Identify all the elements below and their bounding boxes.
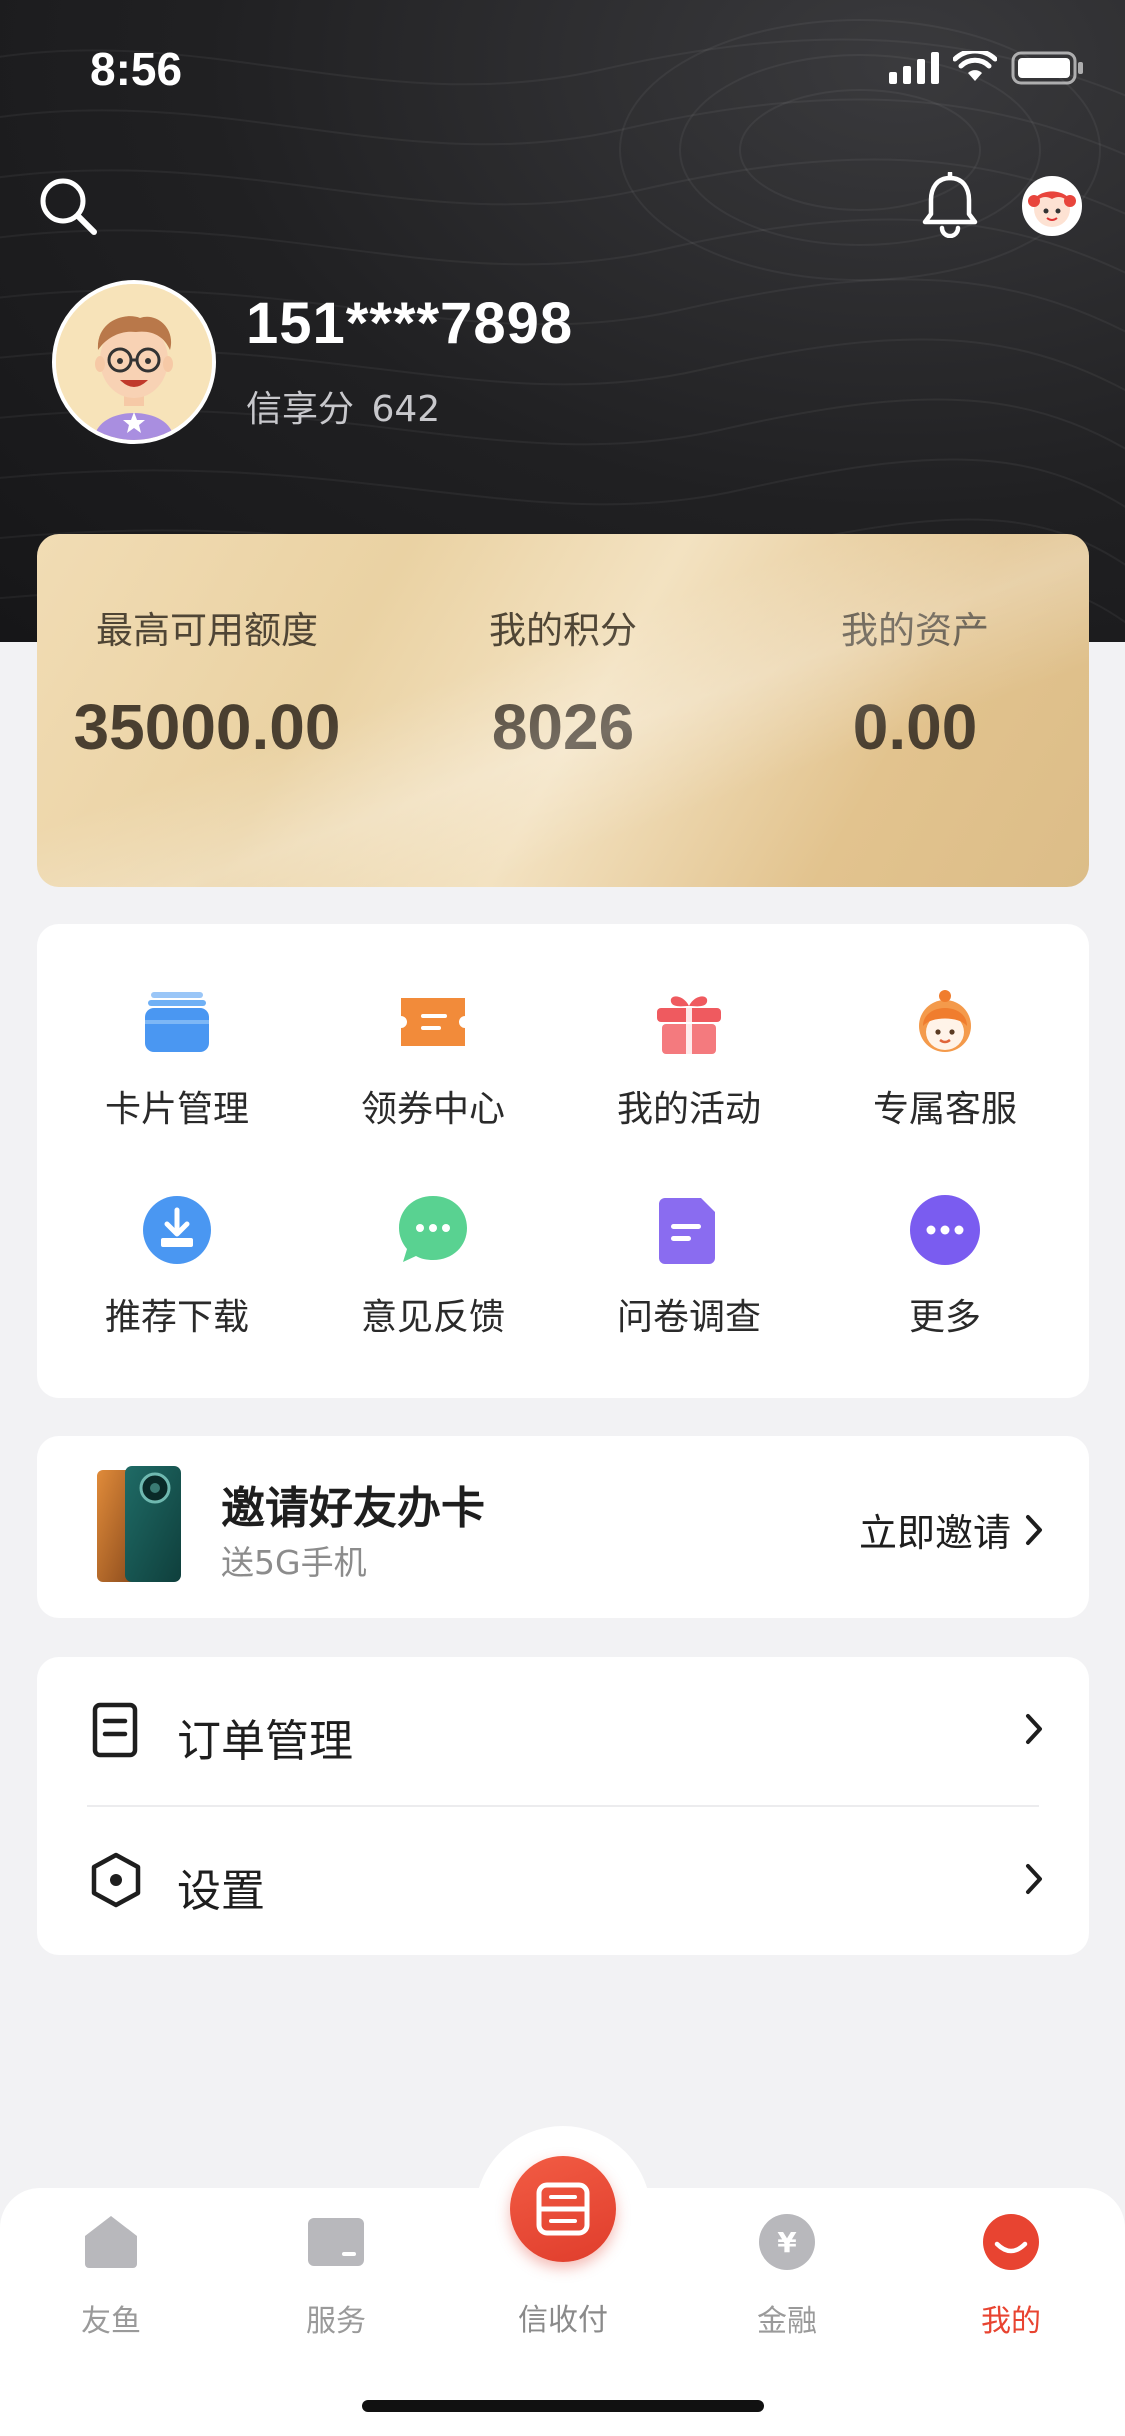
grid-item-customer-service[interactable]: 专属客服 xyxy=(825,986,1065,1132)
tab-mine[interactable]: 我的 xyxy=(936,2212,1086,2340)
grid-item-card-management[interactable]: 卡片管理 xyxy=(57,986,297,1132)
invite-subtitle: 送5G手机 xyxy=(221,1543,367,1582)
smile-profile-icon xyxy=(983,2214,1039,2270)
scan-pay-icon xyxy=(536,2182,590,2236)
feature-grid: 卡片管理 领券中心 我的活动 专属客服 推荐下载 意见反馈 问卷调查 更多 xyxy=(37,924,1089,1398)
yuan-coin-icon: ¥ xyxy=(759,2214,815,2270)
settings-hexagon-icon xyxy=(91,1852,141,1908)
grid-item-recommended-download[interactable]: 推荐下载 xyxy=(57,1194,297,1340)
credit-score-label: 信享分 xyxy=(246,389,355,430)
stat-max-credit[interactable]: 最高可用额度 35000.00 xyxy=(37,600,377,764)
tab-youyu[interactable]: 友鱼 xyxy=(36,2212,186,2340)
tab-label: 友鱼 xyxy=(81,2304,141,2339)
profile-page: 8:56 151****7898 信享分 642 最高可用额度 35000.00… xyxy=(0,0,1125,2436)
download-icon xyxy=(143,1196,211,1264)
home-icon xyxy=(85,2216,137,2268)
menu-item-settings[interactable]: 设置 xyxy=(37,1807,1089,1955)
battery-icon xyxy=(1011,51,1083,85)
stat-label: 我的资产 xyxy=(841,609,989,652)
grid-item-label: 专属客服 xyxy=(872,1089,1017,1130)
chevron-right-icon xyxy=(1026,1514,1042,1545)
order-list-icon xyxy=(92,1702,138,1758)
grid-item-more[interactable]: 更多 xyxy=(825,1194,1065,1340)
grid-item-survey[interactable]: 问卷调查 xyxy=(569,1194,809,1340)
menu-item-label: 设置 xyxy=(177,1866,265,1917)
user-phone-number: 151****7898 xyxy=(246,291,574,356)
grid-item-label: 领券中心 xyxy=(360,1089,505,1130)
stat-label: 最高可用额度 xyxy=(96,609,318,652)
tab-label: 金融 xyxy=(757,2304,817,2339)
gift-icon xyxy=(657,996,721,1054)
grid-item-my-activities[interactable]: 我的活动 xyxy=(569,986,809,1132)
survey-icon xyxy=(659,1198,715,1264)
user-avatar[interactable] xyxy=(52,280,216,444)
stat-label: 我的积分 xyxy=(489,609,637,652)
tab-label-scan-pay: 信收付 xyxy=(518,2303,608,2338)
stat-value: 8026 xyxy=(491,691,635,763)
search-icon[interactable] xyxy=(36,174,100,238)
grid-item-feedback[interactable]: 意见反馈 xyxy=(313,1194,553,1340)
grid-item-label: 问卷调查 xyxy=(616,1297,761,1338)
tab-label: 服务 xyxy=(306,2304,366,2339)
invite-now-label: 立即邀请 xyxy=(858,1511,1011,1555)
stat-assets[interactable]: 我的资产 0.00 xyxy=(745,600,1085,764)
stat-value: 0.00 xyxy=(852,691,978,763)
grid-item-label: 意见反馈 xyxy=(360,1297,505,1338)
scan-pay-button[interactable] xyxy=(510,2156,616,2262)
svg-text:¥: ¥ xyxy=(777,2226,797,2259)
credit-score: 信享分 642 xyxy=(246,380,440,432)
notification-bell-icon[interactable] xyxy=(920,172,980,238)
cellular-signal-icon xyxy=(889,52,939,84)
invite-now-button[interactable]: 立即邀请 xyxy=(859,1502,1043,1557)
account-stats-card: 最高可用额度 35000.00 我的积分 8026 我的资产 0.00 xyxy=(37,534,1089,887)
status-icons xyxy=(889,50,1085,86)
grid-item-label: 我的活动 xyxy=(616,1089,761,1130)
wifi-icon xyxy=(953,51,997,81)
mascot-avatar-icon[interactable] xyxy=(1022,176,1082,236)
chevron-right-icon xyxy=(1026,1864,1042,1894)
invite-friends-banner[interactable]: 邀请好友办卡 送5G手机 立即邀请 xyxy=(37,1436,1089,1618)
invite-title: 邀请好友办卡 xyxy=(221,1483,485,1534)
stat-points[interactable]: 我的积分 8026 xyxy=(393,600,733,764)
menu-item-order-management[interactable]: 订单管理 xyxy=(37,1657,1089,1805)
card-icon xyxy=(145,992,209,1052)
status-time: 8:56 xyxy=(90,43,183,95)
settings-menu: 订单管理 设置 xyxy=(37,1657,1089,1955)
menu-item-label: 订单管理 xyxy=(177,1716,353,1767)
grid-item-label: 更多 xyxy=(908,1297,981,1338)
grid-item-label: 推荐下载 xyxy=(104,1297,249,1338)
chevron-right-icon xyxy=(1026,1714,1042,1744)
coupon-icon xyxy=(401,998,465,1046)
service-card-icon xyxy=(308,2218,364,2266)
tab-label: 我的 xyxy=(981,2304,1041,2339)
home-indicator xyxy=(362,2400,764,2412)
grid-item-coupon-center[interactable]: 领券中心 xyxy=(313,986,553,1132)
phone-image xyxy=(97,1466,181,1582)
grid-item-label: 卡片管理 xyxy=(104,1089,249,1130)
credit-score-value: 642 xyxy=(371,389,441,430)
tab-finance[interactable]: ¥ 金融 xyxy=(712,2212,862,2340)
tab-service[interactable]: 服务 xyxy=(261,2212,411,2340)
more-icon xyxy=(910,1195,980,1265)
chat-bubble-icon xyxy=(399,1196,467,1262)
stat-value: 35000.00 xyxy=(73,691,341,763)
service-agent-icon xyxy=(919,990,971,1052)
